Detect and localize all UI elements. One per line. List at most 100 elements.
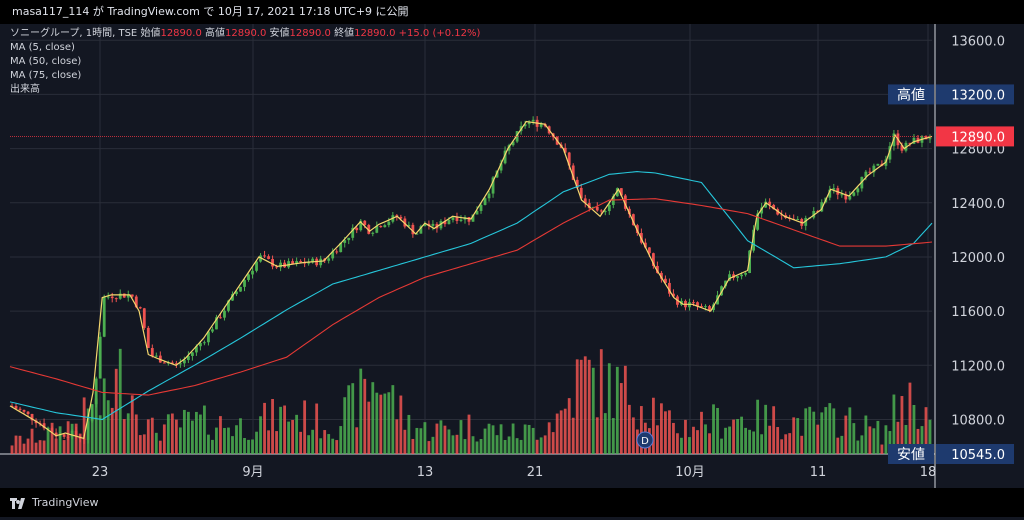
- volume-bar: [106, 400, 110, 454]
- volume-bar: [804, 408, 808, 454]
- volume-bar: [824, 407, 828, 454]
- volume-bar: [199, 414, 202, 454]
- volume-bar: [704, 424, 707, 454]
- volume-bar: [776, 427, 780, 454]
- volume-bar: [323, 430, 327, 454]
- volume-bar: [22, 443, 26, 454]
- x-tick-label: 23: [92, 465, 109, 480]
- volume-bar: [884, 425, 888, 454]
- candle-body: [692, 302, 695, 304]
- volume-bar: [832, 408, 836, 454]
- tradingview-logo[interactable]: TradingView: [10, 488, 98, 517]
- volume-bar: [700, 411, 703, 454]
- candle-body: [219, 317, 222, 319]
- volume-bar: [623, 365, 627, 454]
- volume-bar: [483, 428, 487, 454]
- volume-bar: [716, 407, 719, 454]
- volume-bar: [587, 359, 591, 454]
- high-tag-value: 13200.0: [951, 88, 1005, 103]
- candle-body: [239, 286, 242, 292]
- candle-body: [371, 232, 375, 234]
- volume-bar: [455, 434, 459, 454]
- volume-bar: [527, 424, 531, 454]
- legend-close-label: 終値: [334, 28, 355, 39]
- volume-bar: [756, 399, 760, 454]
- legend-ma75[interactable]: MA (75, close): [10, 69, 480, 83]
- volume-bar: [551, 432, 555, 454]
- volume-bar: [615, 366, 619, 454]
- volume-bar: [792, 417, 796, 454]
- volume-bar: [283, 405, 286, 454]
- volume-bar: [563, 408, 567, 454]
- volume-bar: [347, 385, 351, 454]
- volume-bar: [443, 425, 447, 454]
- volume-bar: [688, 437, 691, 454]
- volume-bar: [427, 441, 431, 454]
- volume-bar: [319, 438, 323, 454]
- volume-bar: [395, 419, 399, 454]
- volume-bar: [808, 406, 812, 454]
- volume-bar: [848, 407, 852, 454]
- legend-low: 12890.0: [289, 28, 331, 39]
- volume-bar: [182, 409, 186, 454]
- candle-body: [122, 293, 126, 298]
- volume-bar: [467, 414, 471, 454]
- volume-bar: [355, 427, 359, 454]
- volume-bar: [307, 435, 311, 454]
- volume-bar: [30, 428, 34, 454]
- volume-bar: [26, 438, 30, 454]
- candle-body: [704, 306, 707, 308]
- publish-header: masa117_114 が TradingView.com で 10月 17, …: [0, 0, 1024, 24]
- volume-bar: [54, 438, 58, 454]
- volume-bar: [223, 427, 226, 454]
- legend-open: 12890.0: [160, 28, 202, 39]
- candle-body: [599, 210, 603, 212]
- volume-bar: [744, 427, 747, 454]
- volume-bar: [651, 397, 655, 454]
- volume-bar: [146, 419, 150, 454]
- high-tag-label: 高値: [897, 86, 925, 103]
- volume-bar: [18, 435, 22, 454]
- candle-body: [459, 219, 463, 221]
- volume-bar: [343, 397, 347, 454]
- volume-bar: [471, 436, 475, 454]
- volume-bar: [291, 419, 295, 454]
- candle-body: [607, 204, 611, 212]
- x-tick-label: 13: [417, 465, 434, 480]
- candle-body: [347, 237, 351, 241]
- volume-bar: [740, 416, 743, 454]
- candle-body: [203, 342, 206, 344]
- volume-bar: [407, 414, 411, 454]
- candle-body: [299, 261, 303, 263]
- volume-bar: [339, 426, 343, 454]
- volume-bar: [764, 404, 768, 454]
- volume-bar: [138, 435, 142, 454]
- volume-bar: [275, 431, 278, 454]
- volume-bar: [399, 395, 403, 454]
- volume-bar: [820, 412, 824, 454]
- volume-bar: [696, 430, 699, 454]
- candle-body: [708, 306, 711, 311]
- volume-bar: [174, 419, 178, 454]
- candle-body: [114, 298, 118, 300]
- low-tag-label: 安値: [897, 447, 925, 463]
- legend-ma5[interactable]: MA (5, close): [10, 41, 480, 55]
- volume-bar: [134, 414, 138, 454]
- volume-bar: [235, 425, 238, 454]
- candle-body: [531, 119, 535, 122]
- volume-bar: [627, 404, 631, 454]
- volume-bar: [547, 422, 551, 454]
- legend-volume[interactable]: 出来高: [10, 83, 480, 97]
- volume-bar: [259, 416, 262, 454]
- candle-body: [243, 279, 246, 287]
- volume-bar: [712, 404, 715, 454]
- volume-bar: [98, 415, 102, 454]
- legend-ma50[interactable]: MA (50, close): [10, 55, 480, 69]
- volume-bar: [158, 440, 162, 454]
- candle-body: [483, 198, 487, 205]
- volume-bar: [315, 403, 319, 454]
- volume-bar: [295, 414, 299, 454]
- volume-bar: [828, 403, 832, 454]
- volume-bar: [247, 439, 250, 454]
- volume-bar: [768, 425, 772, 454]
